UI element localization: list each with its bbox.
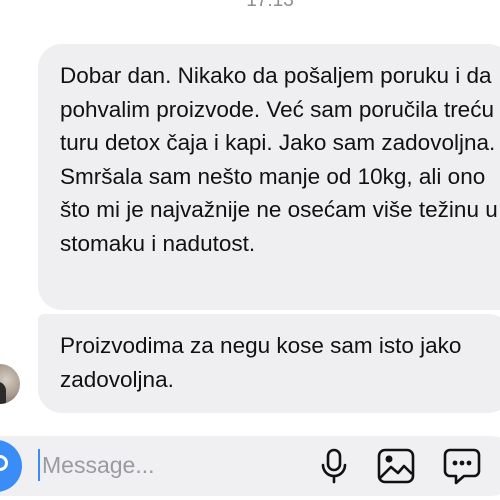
message-timestamp: 17:13 [246,0,294,11]
chat-screen: 17:13 Dobar dan. Nikako da pošaljem poru… [0,0,500,500]
photo-gallery-button[interactable] [376,446,416,486]
message-bubble[interactable]: Proizvodima za negu kose sam isto jako z… [38,314,500,413]
sticker-button[interactable] [442,446,482,486]
sticker-icon [443,448,481,485]
message-text: Dobar dan. Nikako da pošaljem poruku i d… [60,63,498,256]
photo-gallery-icon [377,448,415,484]
message-bubble[interactable]: Dobar dan. Nikako da pošaljem poruku i d… [38,44,500,310]
microphone-icon [321,448,347,484]
message-text: Proizvodima za negu kose sam isto jako z… [60,333,462,392]
voice-message-button[interactable] [314,446,354,486]
sender-avatar[interactable] [0,364,20,404]
message-input[interactable] [42,444,282,486]
camera-icon [0,455,8,471]
text-cursor [38,449,40,481]
